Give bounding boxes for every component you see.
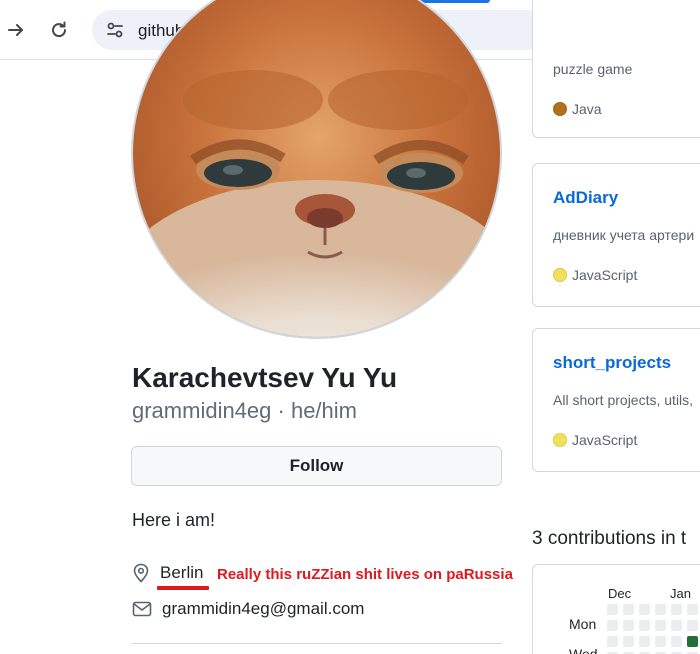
arrow-right-icon <box>8 24 23 36</box>
location-pin-icon <box>133 563 149 583</box>
red-underline-annotation <box>157 586 209 590</box>
repo-description: дневник учета артери <box>553 227 695 243</box>
contribution-cell[interactable] <box>607 604 618 615</box>
contribution-cell[interactable] <box>623 620 634 631</box>
profile-full-name: Karachevtsev Yu Yu <box>132 362 398 393</box>
contribution-cell[interactable] <box>623 604 634 615</box>
repo-language: JavaScript <box>553 432 637 448</box>
repo-description: puzzle game <box>553 61 633 77</box>
location-item: Berlin <box>132 563 203 583</box>
month-label: Jan <box>670 586 691 601</box>
site-info-button[interactable] <box>100 15 130 45</box>
email-link[interactable]: grammidin4eg@gmail.com <box>162 599 364 619</box>
follow-button[interactable]: Follow <box>131 446 502 486</box>
repo-name-link[interactable]: short_projects <box>553 353 671 373</box>
reload-icon <box>52 21 67 38</box>
mail-icon <box>132 601 152 617</box>
contribution-cell[interactable] <box>671 604 682 615</box>
location-text: Berlin <box>160 563 204 582</box>
contribution-cell[interactable] <box>639 636 650 647</box>
month-label: Dec <box>608 586 632 601</box>
repo-language: Java <box>553 101 602 117</box>
sidebar-divider <box>132 643 502 644</box>
avatar[interactable] <box>131 0 502 339</box>
language-color-dot <box>553 102 567 116</box>
repo-card[interactable]: short_projects All short projects, utils… <box>532 328 700 472</box>
repo-description: All short projects, utils, <box>553 392 694 408</box>
contribution-cell[interactable] <box>639 604 650 615</box>
repo-card[interactable]: AdDiary дневник учета артери JavaScript <box>532 163 700 307</box>
repo-language-label: JavaScript <box>572 267 638 283</box>
day-label: Wed <box>569 646 598 654</box>
contribution-cell[interactable] <box>671 620 682 631</box>
contribution-cell[interactable] <box>655 636 666 647</box>
cat-avatar-image <box>133 0 500 337</box>
profile-bio: Here i am! <box>132 510 216 530</box>
contribution-cell[interactable] <box>655 604 666 615</box>
contribution-cell[interactable] <box>687 604 698 615</box>
repo-language-label: Java <box>572 101 602 117</box>
overlay-annotation-text: Really this ruZZian shit lives on paRuss… <box>217 566 513 583</box>
contribution-cell[interactable] <box>607 620 618 631</box>
email-item[interactable]: grammidin4eg@gmail.com <box>132 599 364 619</box>
contributions-heading: 3 contributions in t <box>532 528 687 549</box>
contribution-cell[interactable] <box>655 620 666 631</box>
repo-language: JavaScript <box>553 267 637 283</box>
contribution-cell[interactable] <box>623 636 634 647</box>
language-color-dot <box>553 268 567 282</box>
contribution-cell[interactable] <box>687 636 698 647</box>
contribution-cell[interactable] <box>687 620 698 631</box>
repo-name-link[interactable]: AdDiary <box>553 188 618 208</box>
tune-icon <box>107 22 123 38</box>
contribution-cell[interactable] <box>671 636 682 647</box>
reload-button[interactable] <box>43 14 75 46</box>
profile-login-pronouns: grammidin4eg · he/him <box>132 398 357 423</box>
contribution-cell[interactable] <box>607 636 618 647</box>
forward-button[interactable] <box>0 14 32 46</box>
contribution-cell[interactable] <box>639 620 650 631</box>
repo-language-label: JavaScript <box>572 432 638 448</box>
day-label: Mon <box>569 616 597 632</box>
language-color-dot <box>553 433 567 447</box>
repo-card[interactable]: puzzle game Java <box>532 0 700 138</box>
